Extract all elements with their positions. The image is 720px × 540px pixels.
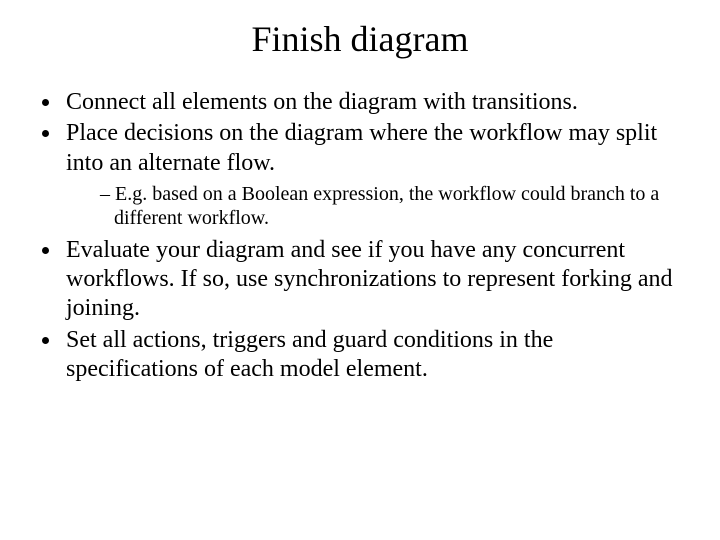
bullet-text: Place decisions on the diagram where the… (66, 120, 657, 175)
sub-bullet-item: E.g. based on a Boolean expression, the … (100, 182, 690, 230)
bullet-list: Connect all elements on the diagram with… (30, 88, 690, 384)
bullet-item: Evaluate your diagram and see if you hav… (62, 236, 690, 324)
bullet-item: Connect all elements on the diagram with… (62, 88, 690, 117)
bullet-item: Place decisions on the diagram where the… (62, 119, 690, 230)
bullet-item: Set all actions, triggers and guard cond… (62, 326, 690, 385)
slide: Finish diagram Connect all elements on t… (0, 0, 720, 540)
slide-title: Finish diagram (30, 18, 690, 60)
sub-bullet-list: E.g. based on a Boolean expression, the … (66, 182, 690, 230)
